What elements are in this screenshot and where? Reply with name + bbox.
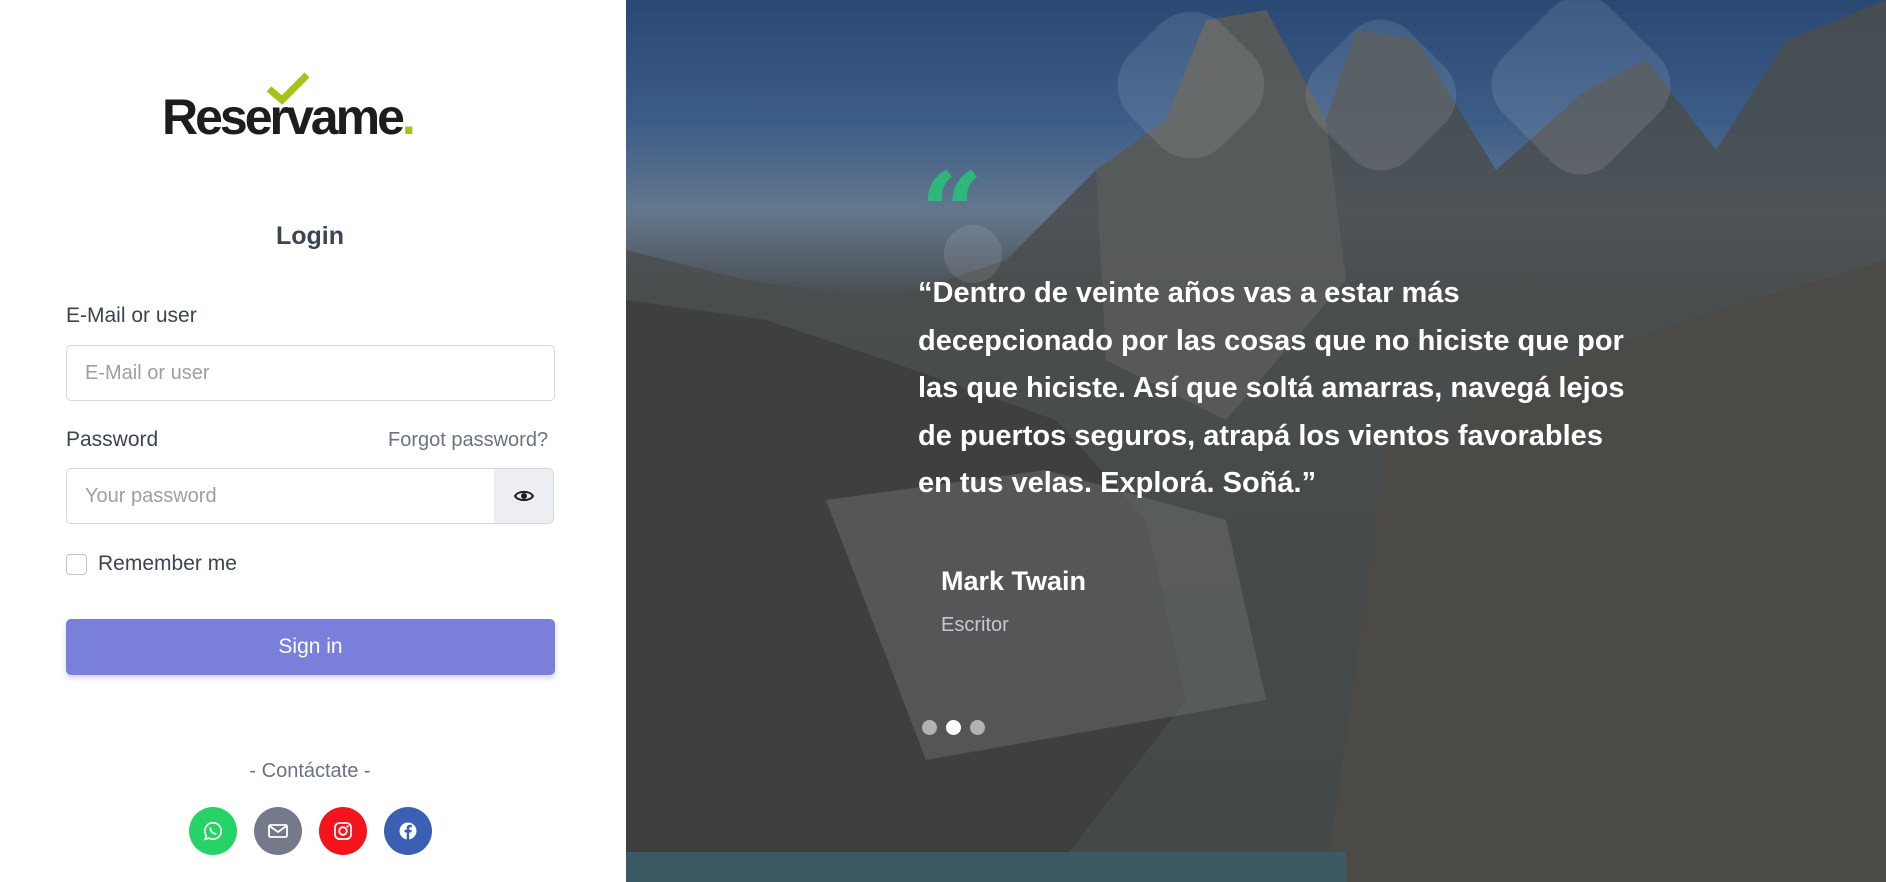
mail-icon [268, 824, 288, 838]
testimonial-role: Escritor [941, 614, 1009, 636]
facebook-button[interactable] [384, 807, 432, 855]
instagram-icon [334, 822, 352, 840]
brand-logo: Reservame. [162, 72, 462, 142]
whatsapp-button[interactable] [189, 807, 237, 855]
instagram-button[interactable] [319, 807, 367, 855]
remember-me-checkbox[interactable] [66, 554, 87, 575]
sign-in-button[interactable]: Sign in [66, 619, 555, 675]
password-label: Password [66, 428, 159, 451]
whatsapp-icon [203, 821, 222, 841]
email-button[interactable] [254, 807, 302, 855]
carousel-dot-2[interactable] [946, 720, 961, 735]
remember-me-label: Remember me [98, 552, 237, 575]
toggle-password-button[interactable] [494, 468, 554, 524]
facebook-icon [399, 822, 417, 840]
contact-heading: - Contáctate - [249, 760, 371, 782]
brand-name: Reservame. [162, 89, 416, 145]
page-title: Login [275, 222, 345, 250]
quote-icon: “ [920, 148, 984, 277]
carousel-dot-1[interactable] [922, 720, 937, 735]
forgot-password-link[interactable]: Forgot password? [388, 429, 548, 452]
email-label: E-Mail or user [66, 304, 197, 327]
testimonial-panel: “ “Dentro de veinte años vas a estar más… [626, 0, 1886, 882]
password-field[interactable] [66, 468, 495, 524]
testimonial-author: Mark Twain [941, 566, 1087, 596]
eye-icon [513, 490, 534, 502]
carousel-dot-3[interactable] [970, 720, 985, 735]
email-field[interactable] [66, 345, 555, 401]
login-panel: Reservame. Login E-Mail or user Password… [0, 0, 626, 882]
testimonial-quote: “Dentro de veinte años vas a estar más d… [918, 277, 1625, 499]
